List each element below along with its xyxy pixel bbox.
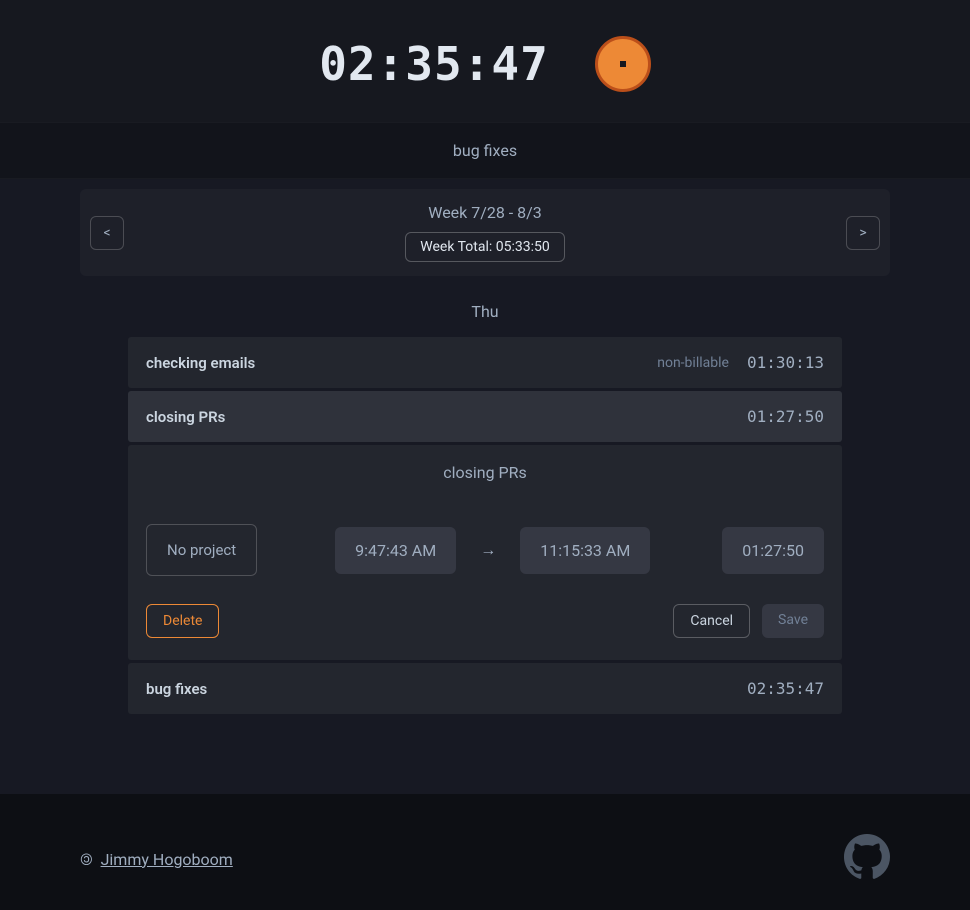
active-task-label: bug fixes xyxy=(0,123,970,178)
prev-week-button[interactable]: < xyxy=(90,216,124,250)
entry-title: bug fixes xyxy=(146,680,207,698)
week-total-button[interactable]: Week Total: 05:33:50 xyxy=(405,232,564,262)
arrow-right-icon: → xyxy=(480,540,496,560)
time-entry[interactable]: closing PRs 01:27:50 xyxy=(128,391,842,442)
copyleft-icon: © xyxy=(80,850,93,869)
project-select-button[interactable]: No project xyxy=(146,524,257,576)
editor-title: closing PRs xyxy=(128,445,842,500)
week-range-label: Week 7/28 - 8/3 xyxy=(124,203,846,222)
timer-header: 02:35:47 xyxy=(0,0,970,122)
author-link[interactable]: Jimmy Hogoboom xyxy=(101,850,233,869)
entry-title: checking emails xyxy=(146,354,255,372)
elapsed-timer: 02:35:47 xyxy=(319,37,549,91)
cancel-button[interactable]: Cancel xyxy=(673,604,750,638)
time-entry[interactable]: checking emails non-billable 01:30:13 xyxy=(128,337,842,388)
end-time-field[interactable]: 11:15:33 AM xyxy=(520,527,650,574)
next-week-button[interactable]: > xyxy=(846,216,880,250)
github-icon[interactable] xyxy=(844,834,890,884)
stop-icon xyxy=(620,61,626,67)
duration-field[interactable]: 01:27:50 xyxy=(722,527,824,574)
delete-button[interactable]: Delete xyxy=(146,604,219,638)
week-center: Week 7/28 - 8/3 Week Total: 05:33:50 xyxy=(124,203,846,262)
day-header: Thu xyxy=(80,276,890,337)
active-task-strip: bug fixes xyxy=(0,122,970,179)
non-billable-badge: non-billable xyxy=(657,355,729,371)
stop-button[interactable] xyxy=(595,36,651,92)
start-time-field[interactable]: 9:47:43 AM xyxy=(335,527,456,574)
week-navigator: < Week 7/28 - 8/3 Week Total: 05:33:50 > xyxy=(80,189,890,276)
entry-duration: 01:27:50 xyxy=(747,407,824,426)
entries-list: checking emails non-billable 01:30:13 cl… xyxy=(128,337,842,714)
entry-duration: 02:35:47 xyxy=(747,679,824,698)
main-content: < Week 7/28 - 8/3 Week Total: 05:33:50 >… xyxy=(0,179,970,794)
entry-title: closing PRs xyxy=(146,408,225,426)
time-entry[interactable]: bug fixes 02:35:47 xyxy=(128,663,842,714)
save-button[interactable]: Save xyxy=(762,604,824,638)
credit: © Jimmy Hogoboom xyxy=(80,850,233,869)
footer: © Jimmy Hogoboom xyxy=(0,794,970,910)
entry-editor: closing PRs No project 9:47:43 AM → 11:1… xyxy=(128,445,842,660)
entry-duration: 01:30:13 xyxy=(747,353,824,372)
